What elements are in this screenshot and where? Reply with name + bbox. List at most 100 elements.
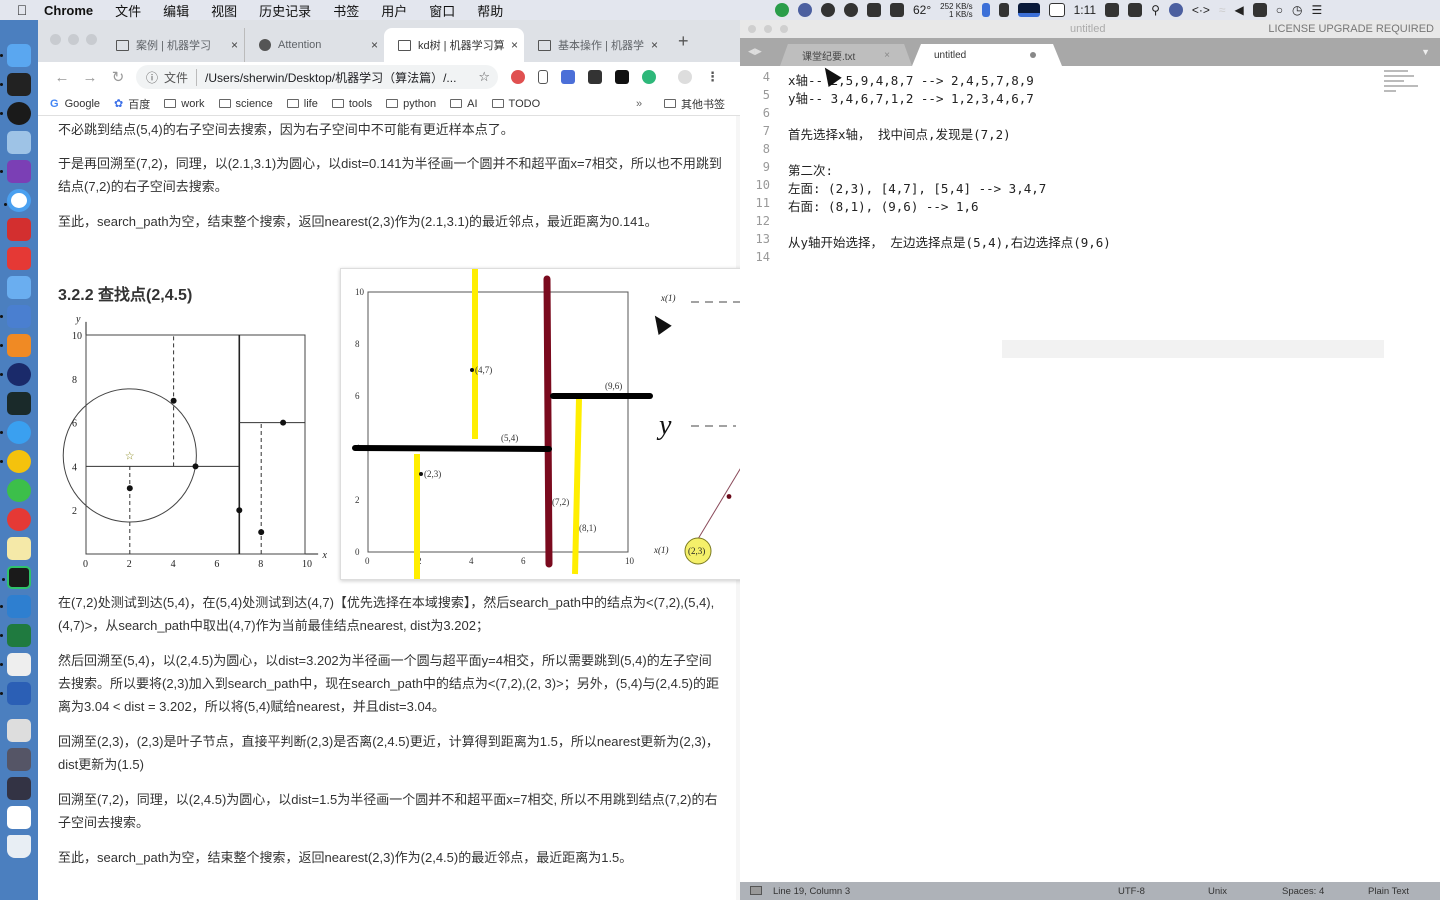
minimap[interactable] xyxy=(1384,70,1424,110)
media-player-icon[interactable] xyxy=(0,363,31,386)
tab-basic-ops[interactable]: 基本操作 | 机器学 × xyxy=(524,28,664,62)
extension-x-icon[interactable] xyxy=(588,70,602,84)
bookmark-science[interactable]: science xyxy=(218,98,273,110)
chrome-icon[interactable] xyxy=(0,450,31,473)
encoding[interactable]: UTF-8 xyxy=(1118,886,1145,897)
license-notice[interactable]: LICENSE UPGRADE REQUIRED xyxy=(1268,23,1434,35)
trash-icon[interactable] xyxy=(7,835,31,858)
close-window-button[interactable] xyxy=(50,34,61,45)
bookmark-ai[interactable]: AI xyxy=(450,98,478,110)
bookmark-ext-icon[interactable] xyxy=(538,70,548,84)
migration-icon[interactable] xyxy=(0,595,31,618)
list-menu-icon[interactable]: ☰ xyxy=(1311,3,1322,17)
circle-icon[interactable]: ○ xyxy=(1276,3,1283,17)
app-red-icon[interactable] xyxy=(7,218,31,241)
address-bar[interactable]: ⓘ 文件 /Users/sherwin/Desktop/机器学习（算法篇）/..… xyxy=(136,65,498,89)
tab-untitled[interactable]: untitled xyxy=(912,44,1062,66)
document-stack-icon[interactable] xyxy=(7,806,31,829)
forward-button[interactable]: → xyxy=(76,69,104,86)
extension-glasses-icon[interactable] xyxy=(615,70,629,84)
code-line[interactable]: 首先选择x轴， 找中间点,发现是(7,2) xyxy=(788,124,1011,143)
tab-kd-tree[interactable]: kd树 | 机器学习算 × xyxy=(384,28,524,62)
apple-menu-icon[interactable]:  xyxy=(0,2,44,18)
code-line[interactable]: y轴-- 3,4,6,7,1,2 --> 1,2,3,4,6,7 xyxy=(788,88,1034,107)
tab-class-notes[interactable]: 课堂纪要.txt × xyxy=(780,44,912,66)
bookmark-tools[interactable]: tools xyxy=(331,98,372,110)
line-endings[interactable]: Unix xyxy=(1208,886,1227,897)
indentation[interactable]: Spaces: 4 xyxy=(1282,886,1324,897)
clock-icon[interactable]: ◷ xyxy=(1292,3,1302,17)
new-tab-button[interactable]: + xyxy=(678,31,689,52)
close-window-button[interactable] xyxy=(748,25,756,33)
onenote-icon[interactable] xyxy=(0,160,31,183)
url-text[interactable]: /Users/sherwin/Desktop/机器学习（算法篇）/... xyxy=(205,69,456,86)
menu-people[interactable]: 用户 xyxy=(381,1,407,20)
tab-nav-arrows[interactable]: ◀▶ xyxy=(748,46,762,57)
extension-translate-icon[interactable] xyxy=(511,70,525,84)
notification-bell-icon[interactable] xyxy=(821,3,835,17)
code-line[interactable]: 右面: (8,1), (9,6) --> 1,6 xyxy=(788,196,979,215)
close-tab-icon[interactable]: × xyxy=(651,38,658,52)
menu-window[interactable]: 窗口 xyxy=(429,1,455,20)
sublime-text-icon[interactable] xyxy=(0,334,31,357)
extension-jh-icon[interactable] xyxy=(561,70,575,84)
panel-toggle-icon[interactable] xyxy=(750,886,762,895)
app-ring-icon[interactable] xyxy=(4,189,31,212)
notes-icon[interactable] xyxy=(7,537,31,560)
bookmark-todo[interactable]: TODO xyxy=(491,98,540,110)
siri-icon[interactable] xyxy=(1168,3,1183,17)
tab-attention[interactable]: Attention × xyxy=(244,28,384,62)
code-line[interactable]: 左面: (2,3), [4,7], [5,4] --> 3,4,7 xyxy=(788,178,1046,197)
pycharm-icon[interactable] xyxy=(2,566,31,589)
cursor-position[interactable]: Line 19, Column 3 xyxy=(773,886,850,897)
profile-avatar[interactable] xyxy=(678,70,692,84)
close-tab-icon[interactable]: × xyxy=(511,38,518,52)
word-icon[interactable] xyxy=(0,682,31,705)
safari-icon[interactable] xyxy=(0,421,31,444)
close-tab-icon[interactable]: × xyxy=(884,50,890,61)
wifi-icon[interactable]: ≈ xyxy=(1219,3,1226,17)
reload-button[interactable]: ↻ xyxy=(104,68,132,86)
info-icon[interactable]: ⓘ xyxy=(146,69,158,86)
preview-icon[interactable] xyxy=(7,131,31,154)
code-line[interactable]: 从y轴开始选择， 左边选择点是(5,4),右边选择点(9,6) xyxy=(788,232,1111,251)
terminal-icon[interactable] xyxy=(0,73,31,96)
netease-music-icon[interactable] xyxy=(7,508,31,531)
downloads-icon[interactable] xyxy=(7,719,31,742)
menu-help[interactable]: 帮助 xyxy=(477,1,503,20)
layout-icon[interactable] xyxy=(1128,3,1143,17)
cloud-icon[interactable] xyxy=(7,276,31,299)
screenshot-stack-icon[interactable] xyxy=(7,748,31,771)
bookmark-python[interactable]: python xyxy=(386,98,436,110)
activity-monitor-icon[interactable] xyxy=(7,392,31,415)
app-g-icon[interactable] xyxy=(7,247,31,270)
tab-cases[interactable]: 案例 | 机器学习 × xyxy=(102,28,244,62)
menu-app-name[interactable]: Chrome xyxy=(44,3,93,18)
syntax[interactable]: Plain Text xyxy=(1368,886,1409,897)
zoom-window-button[interactable] xyxy=(780,25,788,33)
close-tab-icon[interactable]: × xyxy=(231,38,238,52)
window-switch-icon[interactable] xyxy=(867,3,881,17)
display-icon[interactable] xyxy=(1105,3,1120,17)
input-method-icon[interactable] xyxy=(890,3,904,17)
parallels-icon[interactable] xyxy=(0,305,31,328)
app-status-icon[interactable] xyxy=(798,3,812,17)
tab-dropdown-icon[interactable]: ▼ xyxy=(1421,47,1430,57)
menu-view[interactable]: 视图 xyxy=(211,1,237,20)
bookmark-life[interactable]: life xyxy=(286,98,318,110)
other-bookmarks[interactable]: 其他书签 xyxy=(664,96,725,112)
obs-icon[interactable] xyxy=(0,102,31,125)
minimize-window-button[interactable] xyxy=(68,34,79,45)
bookmark-star-icon[interactable]: ☆ xyxy=(478,69,490,85)
close-tab-icon[interactable]: × xyxy=(371,38,378,52)
code-line[interactable]: 第二次: xyxy=(788,160,833,179)
unsaved-dot-icon[interactable] xyxy=(1030,52,1036,58)
menu-history[interactable]: 历史记录 xyxy=(259,1,311,20)
update-icon[interactable] xyxy=(775,3,789,17)
chrome-menu-icon[interactable]: ⋮ xyxy=(706,69,719,85)
screenshot-stack-icon-2[interactable] xyxy=(7,777,31,800)
excel-icon[interactable] xyxy=(0,624,31,647)
sublime-menu-icon[interactable] xyxy=(1252,3,1267,17)
bookmark-google[interactable]: G Google xyxy=(50,98,100,110)
menu-edit[interactable]: 编辑 xyxy=(163,1,189,20)
